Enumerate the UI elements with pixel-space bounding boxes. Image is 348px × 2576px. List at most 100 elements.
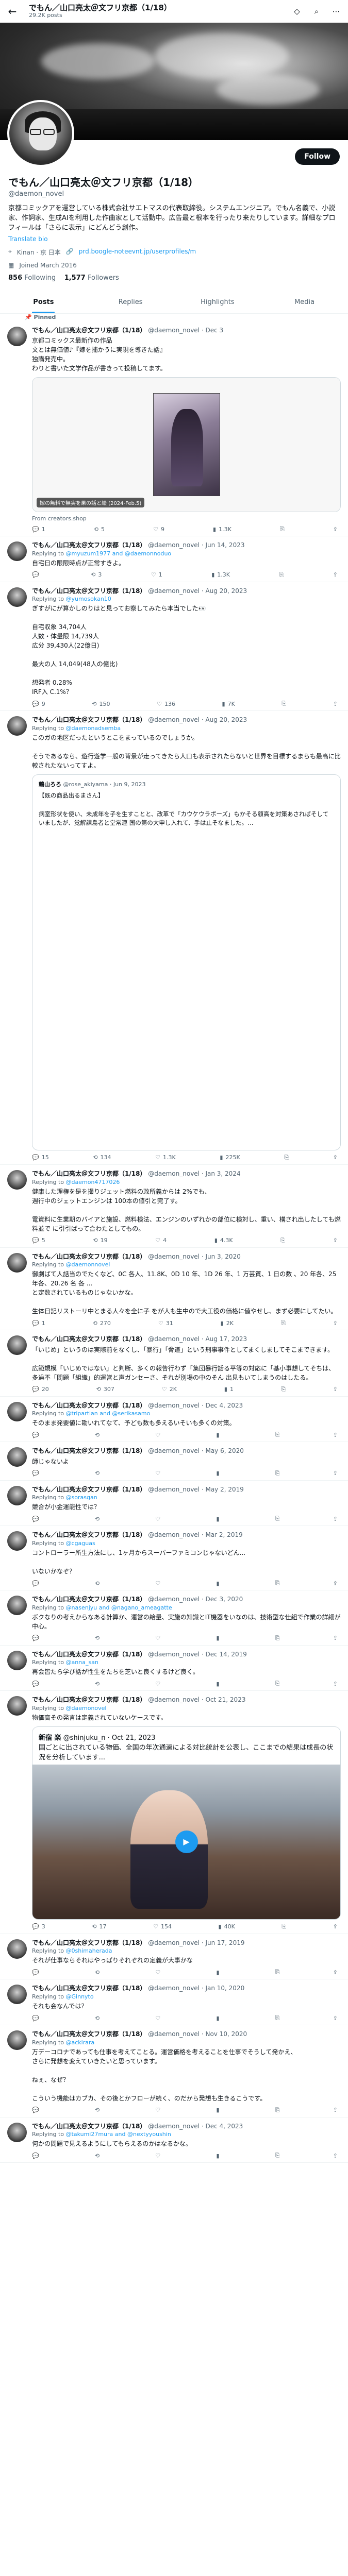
share-icon[interactable]: ⇪ <box>333 1923 338 1930</box>
like-action[interactable]: ♡ 154 <box>153 1923 172 1930</box>
tweet-avatar[interactable] <box>7 716 27 736</box>
tab-highlights[interactable]: Highlights <box>174 291 261 313</box>
tweet-avatar[interactable] <box>7 326 27 346</box>
views-action[interactable]: ▮ <box>216 2152 222 2159</box>
bookmark-icon[interactable]: ⎘ <box>275 1431 280 1438</box>
reply-action[interactable]: 💬 <box>32 1580 42 1587</box>
tweet-author-name[interactable]: でもん／山口亮太＠文フリ京都（1/18） <box>32 1939 146 1946</box>
repost-action[interactable]: ⟲ <box>95 1680 102 1687</box>
reply-action[interactable]: 💬 <box>32 2107 42 2114</box>
share-icon[interactable]: ⇪ <box>333 1680 338 1687</box>
like-action[interactable]: ♡ <box>155 2107 163 2114</box>
repost-action[interactable]: ⟲ 307 <box>96 1386 114 1393</box>
views-action[interactable]: ▮ 2K <box>221 1319 234 1327</box>
like-action[interactable]: ♡ 1 <box>151 571 162 579</box>
tweet-author-name[interactable]: でもん／山口亮太＠文フリ京都（1/18） <box>32 1253 146 1260</box>
reply-to-handles[interactable]: @myuzum1977 and @daemonnoduo <box>66 550 172 557</box>
reply-to-handles[interactable]: @nasenjyu and @nagano_ameagatte <box>66 1604 172 1611</box>
tweet[interactable]: でもん／山口亮太＠文フリ京都（1/18） @daemon_novel · May… <box>0 1481 348 1527</box>
reply-action[interactable]: 💬 20 <box>32 1386 49 1393</box>
reply-action[interactable]: 💬 <box>32 571 42 579</box>
repost-action[interactable]: ⟲ 150 <box>92 700 110 707</box>
tweet[interactable]: でもん／山口亮太＠文フリ京都（1/18） @daemon_novel · Jun… <box>0 1934 348 1980</box>
bookmark-icon[interactable]: ⎘ <box>275 1635 280 1642</box>
tweet[interactable]: でもん／山口亮太＠文フリ京都（1/18） @daemon_novel · Dec… <box>0 1646 348 1691</box>
bookmark-icon[interactable]: ⎘ <box>275 1580 280 1587</box>
repost-action[interactable]: ⟲ <box>95 1635 102 1642</box>
bookmark-icon[interactable]: ⎘ <box>284 1154 289 1161</box>
tweet-avatar[interactable] <box>7 587 27 607</box>
views-action[interactable]: ▮ <box>216 1431 222 1438</box>
tweet-avatar[interactable] <box>7 1596 27 1616</box>
views-action[interactable]: ▮ <box>216 1470 222 1477</box>
bookmark-icon[interactable]: ⎘ <box>275 2152 280 2159</box>
tweet-author-name[interactable]: でもん／山口亮太＠文フリ京都（1/18） <box>32 587 146 595</box>
profile-link[interactable]: prd.boogle-noteevnt.jp/userprofiles/m <box>79 248 196 257</box>
reply-action[interactable]: 💬 <box>32 1515 42 1522</box>
repost-action[interactable]: ⟲ 3 <box>91 571 102 579</box>
tweet-author-name[interactable]: でもん／山口亮太＠文フリ京都（1/18） <box>32 716 146 723</box>
share-icon[interactable]: ⇪ <box>333 1515 338 1522</box>
tab-posts[interactable]: Posts <box>0 291 87 313</box>
like-action[interactable]: ♡ <box>155 1635 163 1642</box>
views-action[interactable]: ▮ <box>216 1680 222 1687</box>
bookmark-icon[interactable]: ⎘ <box>275 1470 280 1477</box>
bookmark-icon[interactable]: ⎘ <box>281 1923 286 1930</box>
bookmark-icon[interactable]: ⎘ <box>275 2107 280 2114</box>
bookmark-icon[interactable]: ⎘ <box>279 571 284 579</box>
views-action[interactable]: ▮ 225K <box>220 1154 240 1161</box>
views-action[interactable]: ▮ 1 <box>224 1386 234 1393</box>
share-icon[interactable]: ⇪ <box>333 1470 338 1477</box>
tweet[interactable]: でもん／山口亮太＠文フリ京都（1/18） @daemon_novel · Jan… <box>0 1165 348 1248</box>
bookmark-icon[interactable]: ⎘ <box>275 2014 280 2022</box>
reply-action[interactable]: 💬 <box>32 1969 42 1976</box>
share-icon[interactable]: ⇪ <box>333 2152 338 2159</box>
tab-media[interactable]: Media <box>261 291 348 313</box>
reply-action[interactable]: 💬 5 <box>32 1237 45 1244</box>
share-icon[interactable]: ⇪ <box>333 1580 338 1587</box>
reply-to-handles[interactable]: @daemonnovel <box>66 1261 110 1268</box>
like-action[interactable]: ♡ <box>155 1969 163 1976</box>
tweet[interactable]: でもん／山口亮太＠文フリ京都（1/18） @daemon_novel · Jun… <box>0 536 348 582</box>
tweet-avatar[interactable] <box>7 1531 27 1551</box>
reply-action[interactable]: 💬 9 <box>32 700 45 707</box>
views-action[interactable]: ▮ <box>216 1969 222 1976</box>
bookmark-icon[interactable]: ⎘ <box>280 1237 285 1244</box>
reply-to-handles[interactable]: @daemon4717026 <box>66 1179 120 1185</box>
tweet-author-name[interactable]: でもん／山口亮太＠文フリ京都（1/18） <box>32 1486 146 1493</box>
tweet[interactable]: でもん／山口亮太＠文フリ京都（1/18） @daemon_novel · Mar… <box>0 1526 348 1591</box>
tweet-avatar[interactable] <box>7 1985 27 2005</box>
reply-action[interactable]: 💬 <box>32 1635 42 1642</box>
tweet[interactable]: でもん／山口亮太＠文フリ京都（1/18） @daemon_novel · Aug… <box>0 711 348 1165</box>
follow-button[interactable]: Follow <box>295 148 340 165</box>
tweet-author-name[interactable]: でもん／山口亮太＠文フリ京都（1/18） <box>32 1170 146 1177</box>
tweet[interactable]: でもん／山口亮太＠文フリ京都（1/18） @daemon_novel · Dec… <box>0 2117 348 2163</box>
repost-action[interactable]: ⟲ 17 <box>92 1923 106 1930</box>
share-icon[interactable]: ⇪ <box>333 1154 338 1161</box>
views-action[interactable]: ▮ 40K <box>219 1923 235 1930</box>
reply-to-handles[interactable]: @0shimaherada <box>66 1947 112 1954</box>
reply-action[interactable]: 💬 <box>32 1470 42 1477</box>
tweet-author-name[interactable]: でもん／山口亮太＠文フリ京都（1/18） <box>32 1651 146 1658</box>
reply-to-handles[interactable]: @cgaguas <box>66 1540 95 1547</box>
reply-to-handles[interactable]: @sorasgan <box>66 1494 97 1501</box>
tweet-author-name[interactable]: でもん／山口亮太＠文フリ京都（1/18） <box>32 1531 146 1538</box>
like-action[interactable]: ♡ <box>155 2152 163 2159</box>
share-icon[interactable]: ⇪ <box>333 1237 338 1244</box>
like-action[interactable]: ♡ <box>155 1431 163 1438</box>
reply-to-handles[interactable]: @yumosokan10 <box>66 596 111 602</box>
bookmark-icon[interactable]: ⎘ <box>281 1319 286 1327</box>
tweet-avatar[interactable] <box>7 2030 27 2050</box>
reply-action[interactable]: 💬 15 <box>32 1154 49 1161</box>
tweet[interactable]: でもん／山口亮太＠文フリ京都（1/18） @daemon_novel · Aug… <box>0 582 348 711</box>
back-arrow-icon[interactable]: ← <box>5 4 20 19</box>
tweet-author-name[interactable]: でもん／山口亮太＠文フリ京都（1/18） <box>32 1447 146 1454</box>
grok-icon[interactable]: ◇ <box>290 5 304 18</box>
tweet-author-name[interactable]: でもん／山口亮太＠文フリ京都（1/18） <box>32 1696 146 1703</box>
tweet-author-name[interactable]: でもん／山口亮太＠文フリ京都（1/18） <box>32 1596 146 1603</box>
tweet-avatar[interactable] <box>7 1939 27 1959</box>
tweet-avatar[interactable] <box>7 541 27 562</box>
tweet-avatar[interactable] <box>7 1252 27 1273</box>
repost-action[interactable]: ⟲ <box>95 1515 102 1522</box>
like-action[interactable]: ♡ <box>155 1515 163 1522</box>
